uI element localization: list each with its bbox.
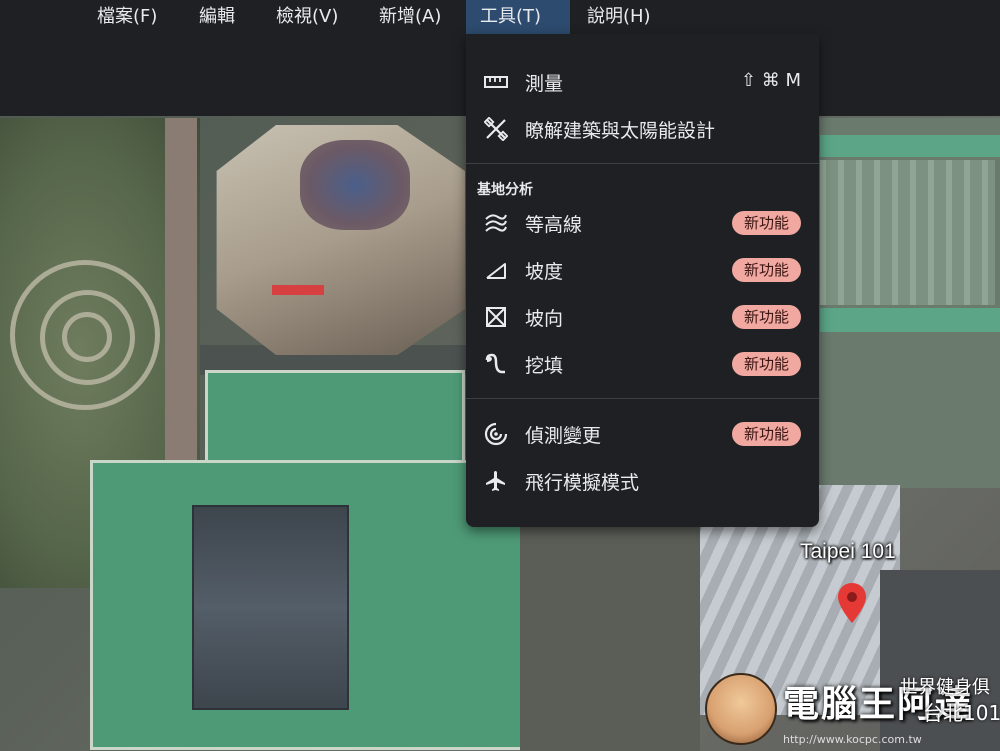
menu-separator [466,163,819,164]
map-label-gym: 世界健身俱 [900,677,990,698]
menu-item-label: 坡度 [525,261,564,283]
menu-item-measure[interactable]: 測量 ⇧ ⌘ M [466,59,819,105]
watermark: 電腦王阿達 世界健身俱 台北101 http://www.kocpc.com.t… [705,665,1000,751]
new-feature-badge: 新功能 [731,211,801,235]
watermark-url: http://www.kocpc.com.tw [783,733,922,746]
building-block [520,525,700,751]
new-feature-badge: 新功能 [731,305,801,329]
place-label[interactable]: Taipei 101 [800,540,896,564]
menu-item-flight-simulator[interactable]: 飛行模擬模式 [466,458,819,504]
menu-item-label: 瞭解建築與太陽能設計 [525,120,716,142]
section-header-site-analysis: 基地分析 [477,182,533,198]
menu-item-label: 挖填 [525,355,564,377]
tools-dropdown-menu: 測量 ⇧ ⌘ M 瞭解建築與太陽能設計 基地分析 等高線 新功能 坡度 新功能 [466,34,819,527]
menu-edit[interactable]: 編輯 [185,0,249,34]
menu-add[interactable]: 新增(A) [365,0,455,34]
menu-item-label: 測量 [525,73,564,95]
menu-item-cut-fill[interactable]: 挖填 新功能 [466,341,819,387]
new-feature-badge: 新功能 [731,258,801,282]
airplane-icon [486,471,505,491]
green-band [820,308,1000,332]
menu-help[interactable]: 說明(H) [573,0,665,34]
park-path [62,312,112,362]
menu-item-change-detection[interactable]: 偵測變更 新功能 [466,411,819,457]
menu-bar: 檔案(F) 編輯 檢視(V) 新增(A) 工具(T) 說明(H) [0,0,1000,34]
menu-separator [466,398,819,399]
menu-tools[interactable]: 工具(T) [466,0,570,34]
cut-fill-icon [485,353,505,374]
menu-item-slope[interactable]: 坡度 新功能 [466,247,819,293]
rooftop-marking [272,285,324,295]
location-pin-icon[interactable] [838,583,866,623]
parking-lot [820,160,995,305]
slope-icon [486,263,506,279]
menu-item-architecture-solar[interactable]: 瞭解建築與太陽能設計 [466,106,819,152]
menu-item-label: 坡向 [525,308,564,330]
new-feature-badge: 新功能 [731,352,801,376]
green-roof [205,370,465,465]
new-feature-badge: 新功能 [731,422,801,446]
menu-item-label: 飛行模擬模式 [525,472,640,494]
green-band [820,135,1000,157]
menu-item-contour[interactable]: 等高線 新功能 [466,200,819,246]
rooftop-pool [300,140,410,230]
contour-icon [485,214,507,232]
watermark-mascot [705,673,777,745]
aspect-icon [486,307,506,327]
menu-item-label: 偵測變更 [525,425,602,447]
architecture-icon [484,117,508,141]
menu-view[interactable]: 檢視(V) [262,0,352,34]
menu-item-label: 等高線 [525,214,583,236]
change-detection-icon [484,422,508,446]
menu-item-aspect[interactable]: 坡向 新功能 [466,294,819,340]
menu-file[interactable]: 檔案(F) [83,0,171,34]
ruler-icon [484,76,508,88]
gray-roof [192,505,349,710]
map-label-taipei101: 台北101 [923,701,1000,725]
keyboard-shortcut: ⇧ ⌘ M [740,70,801,91]
